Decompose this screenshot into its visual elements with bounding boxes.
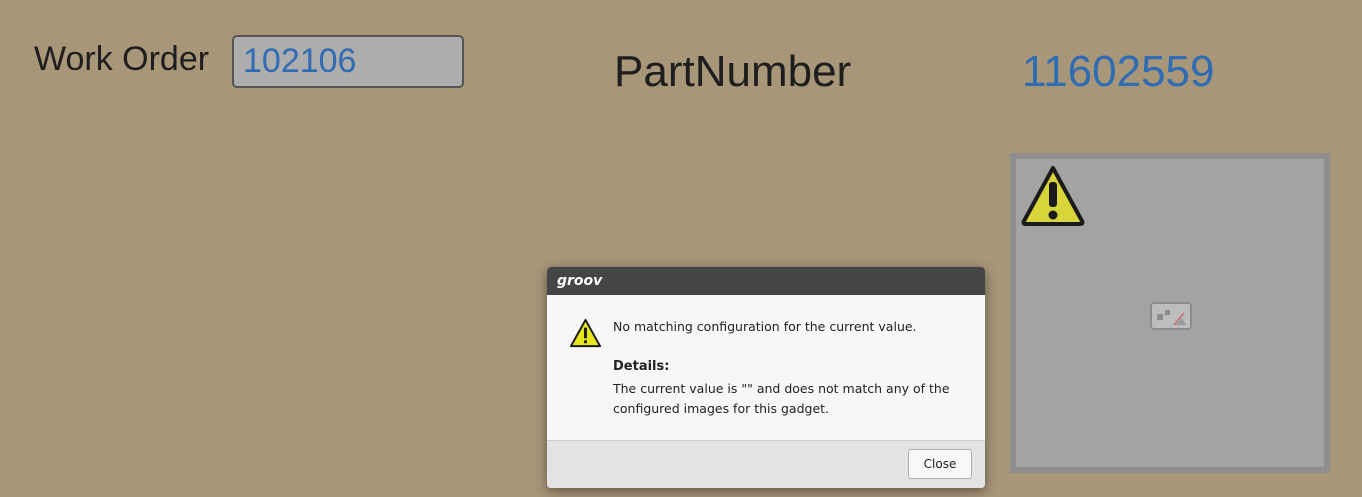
error-dialog: groov No matching configuration for the … <box>547 267 985 488</box>
warning-triangle-icon <box>569 318 602 348</box>
warning-triangle-icon <box>1021 166 1085 226</box>
image-gadget[interactable] <box>1010 153 1330 473</box>
work-order-input[interactable] <box>232 35 464 88</box>
broken-image-icon <box>1150 302 1192 330</box>
dialog-title: groov <box>547 267 985 295</box>
dialog-details-text: The current value is "" and does not mat… <box>613 381 950 416</box>
part-number-label: PartNumber <box>614 47 852 96</box>
part-number-value: 11602559 <box>1022 47 1215 96</box>
work-order-label: Work Order <box>34 40 210 78</box>
dialog-footer: Close <box>547 440 985 488</box>
close-button[interactable]: Close <box>908 449 972 479</box>
dialog-details-title: Details: <box>613 359 670 374</box>
dialog-message: No matching configuration for the curren… <box>613 319 917 334</box>
dialog-body: No matching configuration for the curren… <box>547 295 985 440</box>
